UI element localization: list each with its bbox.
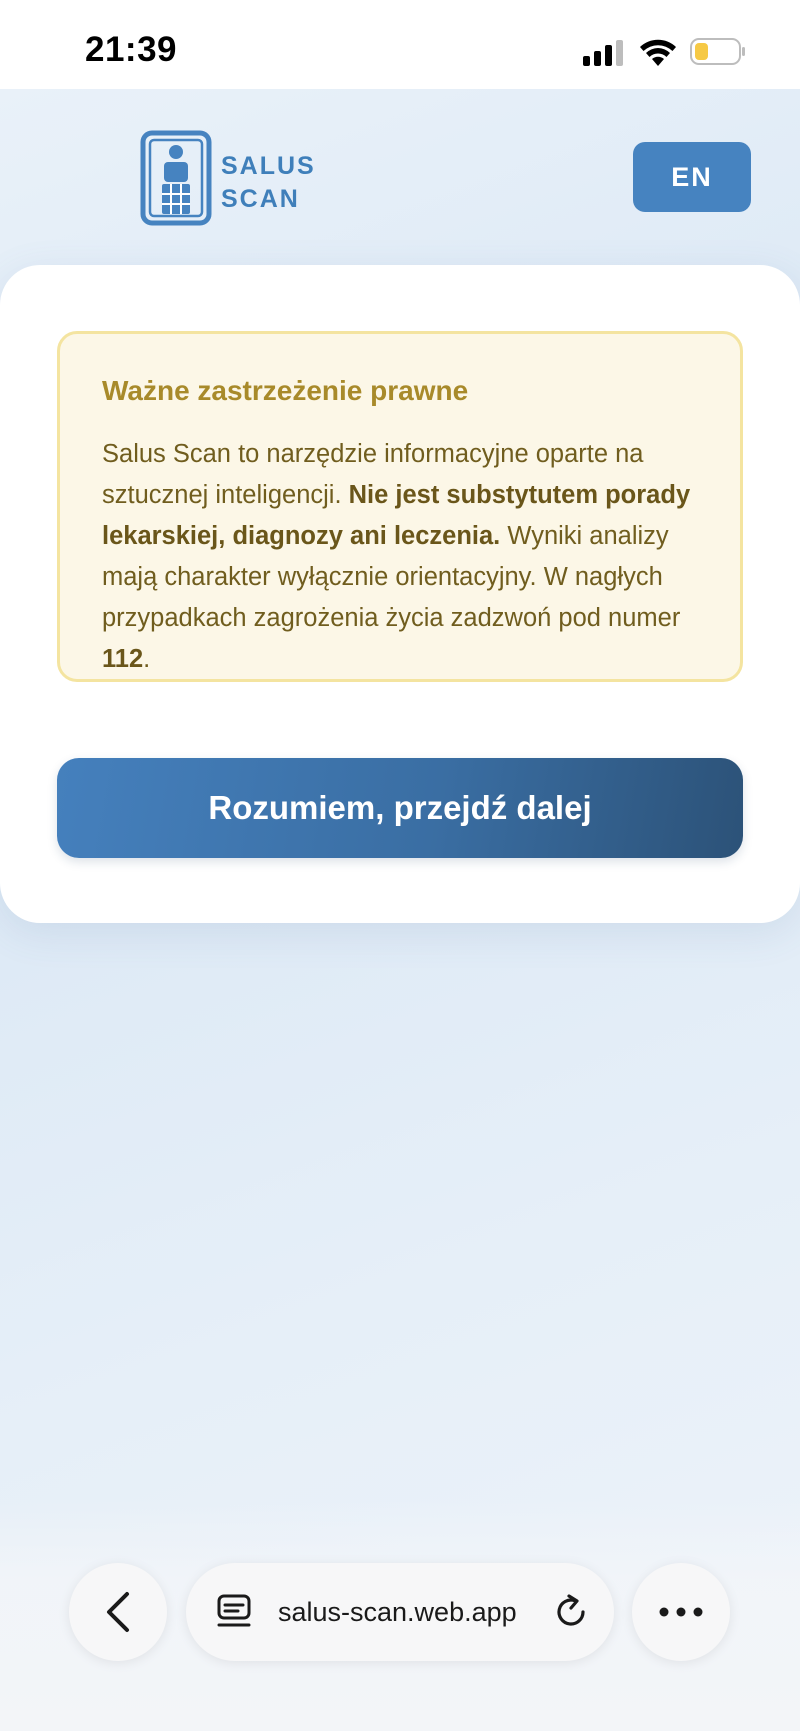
status-bar: 21:39 [0,0,800,89]
wifi-icon [640,39,676,66]
logo-line-2: SCAN [221,185,300,213]
disclaimer-text-end: . [143,645,151,673]
legal-disclaimer-box: Ważne zastrzeżenie prawne Salus Scan to … [57,331,743,682]
cellular-signal-icon [583,40,623,66]
salus-scan-logo-icon [140,130,212,226]
browser-back-button[interactable] [69,1563,167,1661]
more-icon [659,1607,703,1617]
battery-low-icon [690,38,745,65]
logo-line-1: SALUS [221,152,316,180]
status-time: 21:39 [85,30,178,69]
disclaimer-card: Ważne zastrzeżenie prawne Salus Scan to … [0,265,800,923]
app-logo[interactable]: SALUS SCAN [140,130,320,226]
browser-address-bar[interactable]: salus-scan.web.app [186,1563,614,1661]
language-toggle-button[interactable]: EN [633,142,751,212]
logo-text: SALUS SCAN [221,150,331,216]
browser-more-button[interactable] [632,1563,730,1661]
reload-icon[interactable] [552,1593,590,1631]
accept-continue-button[interactable]: Rozumiem, przejdź dalej [57,758,743,858]
url-text: salus-scan.web.app [278,1597,517,1627]
emergency-number: 112 [102,645,144,673]
disclaimer-body: Salus Scan to narzędzie informacyjne opa… [102,434,698,680]
disclaimer-title: Ważne zastrzeżenie prawne [102,375,469,406]
back-chevron-icon [107,1592,129,1632]
tabs-icon[interactable] [216,1594,252,1630]
